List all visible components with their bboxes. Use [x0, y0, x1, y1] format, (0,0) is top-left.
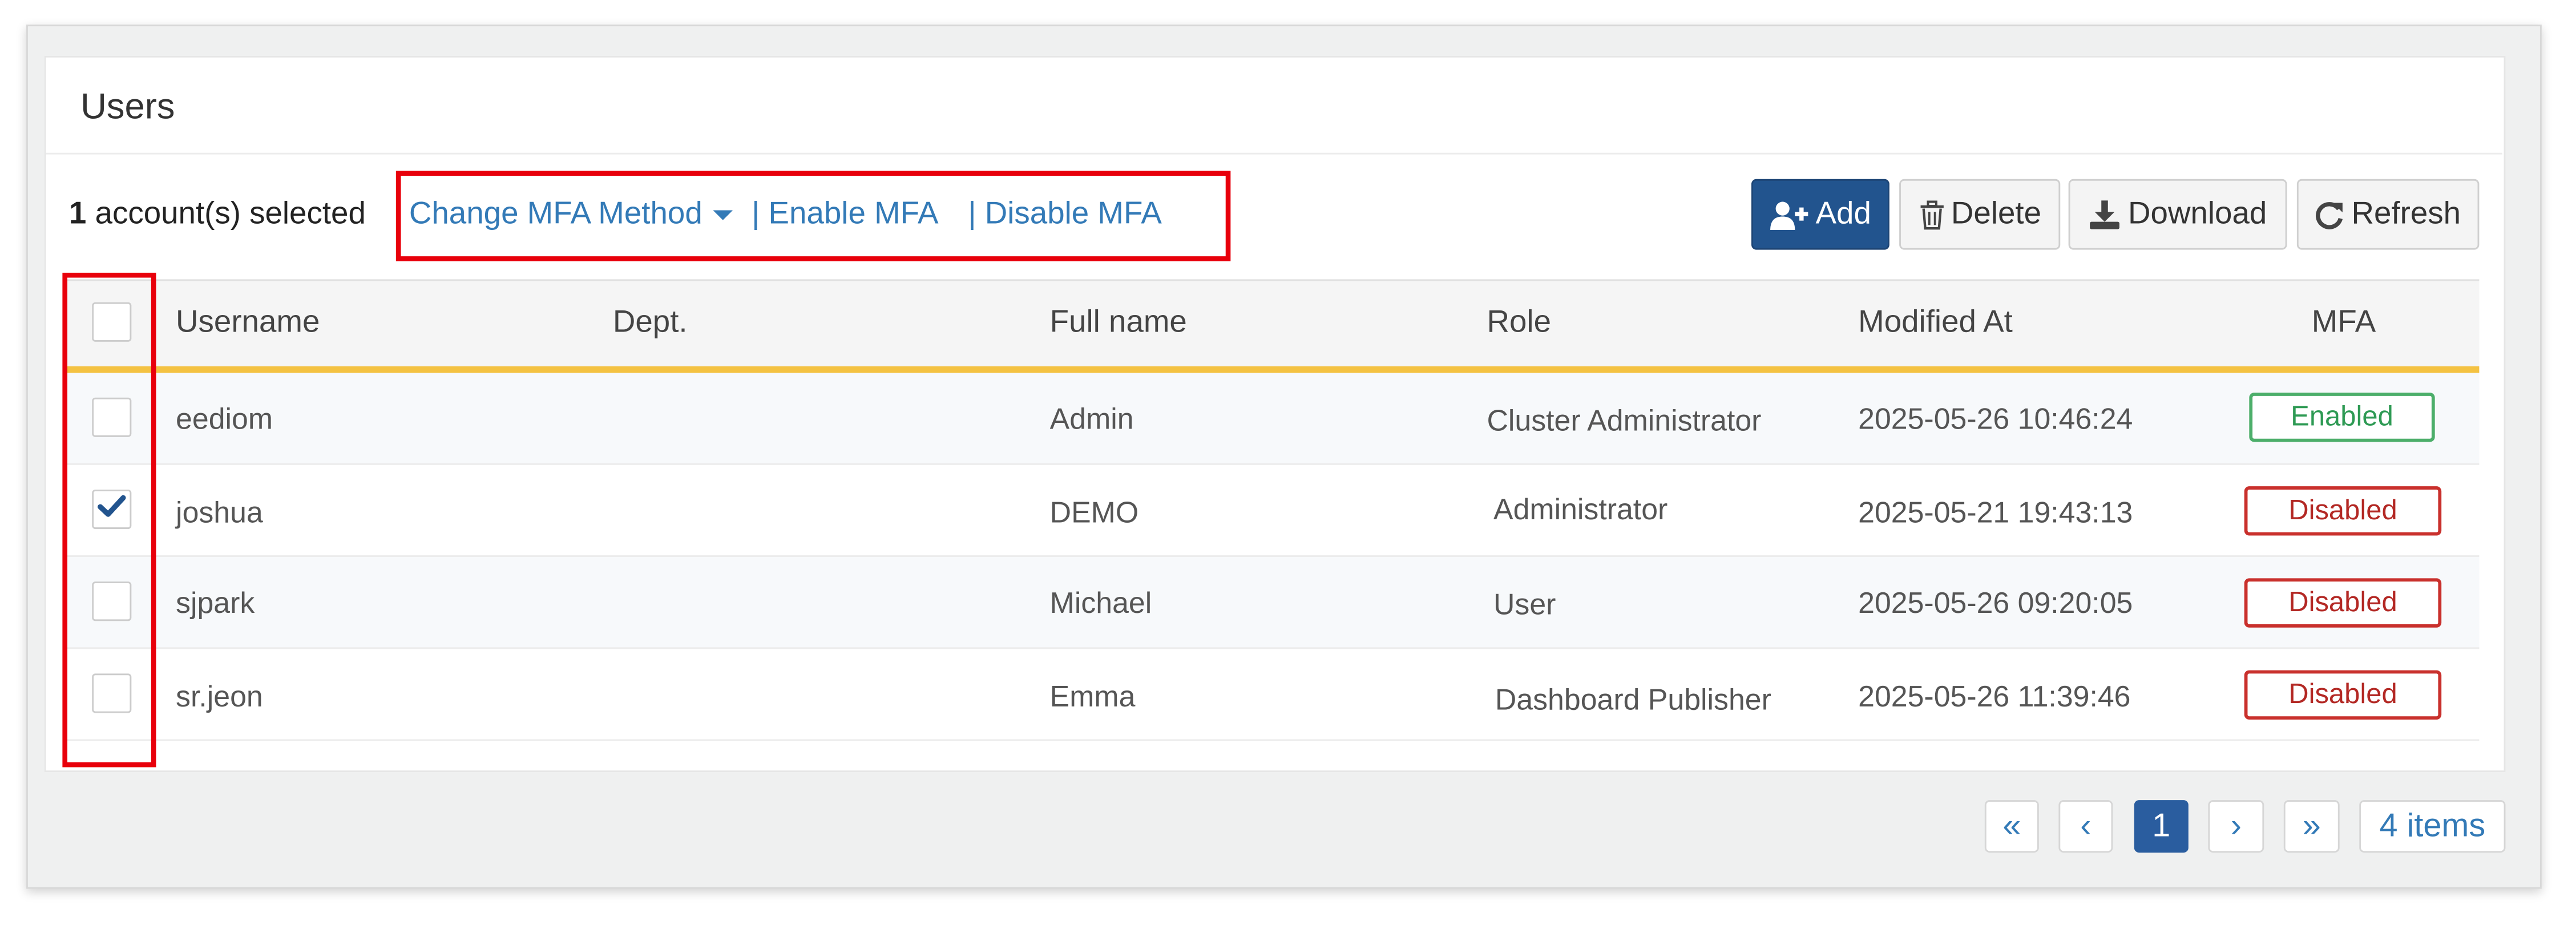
mfa-status-badge: Disabled — [2244, 670, 2442, 720]
add-button-label: Add — [1815, 196, 1871, 231]
refresh-icon — [2315, 200, 2345, 229]
selection-suffix: account(s) selected — [86, 197, 366, 232]
refresh-button[interactable]: Refresh — [2296, 179, 2480, 250]
column-header-modified[interactable]: Modified At — [1858, 305, 2013, 341]
modified-cell: 2025-05-26 10:46:24 — [1858, 402, 2133, 435]
download-icon — [2089, 199, 2122, 229]
username-cell: sr.jeon — [176, 680, 263, 713]
username-cell: sjpark — [176, 586, 255, 620]
username-cell: eediom — [176, 402, 273, 435]
user-plus-icon — [1770, 198, 1809, 231]
trash-icon — [1918, 200, 1944, 229]
users-page: Users 1 account(s) selected Change MFA M… — [0, 0, 2576, 925]
first-page-button[interactable]: « — [1984, 800, 2039, 853]
mfa-status-badge: Disabled — [2244, 578, 2442, 628]
download-button-label: Download — [2128, 196, 2267, 231]
next-page-button[interactable]: › — [2208, 800, 2264, 853]
title-divider — [46, 152, 2502, 155]
last-page-button[interactable]: » — [2283, 800, 2340, 853]
delete-button-label: Delete — [1951, 196, 2042, 231]
modified-cell: 2025-05-26 09:20:05 — [1858, 586, 2133, 620]
table-header — [66, 279, 2480, 370]
prev-page-button[interactable]: ‹ — [2058, 800, 2113, 853]
header-accent-line — [66, 366, 2480, 373]
column-header-dept[interactable]: Dept. — [613, 305, 688, 341]
role-cell: Cluster Administrator — [1487, 404, 1762, 437]
card-title: Users — [80, 85, 175, 127]
modified-cell: 2025-05-26 11:39:46 — [1858, 680, 2131, 713]
column-header-fullname[interactable]: Full name — [1050, 305, 1187, 341]
page-1-button[interactable]: 1 — [2134, 800, 2189, 853]
selection-summary: 1 account(s) selected — [69, 197, 366, 233]
checkbox-column-highlight — [62, 272, 156, 768]
fullname-cell: Michael — [1049, 586, 1152, 620]
username-cell: joshua — [176, 496, 263, 530]
fullname-cell: Emma — [1049, 680, 1136, 713]
download-button[interactable]: Download — [2068, 179, 2287, 250]
mfa-status-badge: Disabled — [2244, 486, 2442, 536]
refresh-button-label: Refresh — [2351, 196, 2461, 231]
column-header-role[interactable]: Role — [1487, 305, 1551, 341]
add-user-button[interactable]: Add — [1751, 179, 1889, 250]
mfa-status-badge: Enabled — [2249, 393, 2435, 442]
column-header-username[interactable]: Username — [176, 305, 320, 341]
delete-button[interactable]: Delete — [1899, 179, 2061, 250]
total-items: 4 items — [2359, 800, 2506, 853]
fullname-cell: Admin — [1049, 402, 1134, 435]
mfa-actions-highlight — [395, 171, 1231, 261]
role-cell: Administrator — [1493, 492, 1668, 526]
fullname-cell: DEMO — [1049, 496, 1139, 530]
modified-cell: 2025-05-21 19:43:13 — [1858, 496, 2133, 530]
selection-count: 1 — [68, 197, 87, 232]
column-header-mfa[interactable]: MFA — [2312, 305, 2376, 341]
role-cell: User — [1493, 588, 1556, 621]
role-cell: Dashboard Publisher — [1495, 683, 1771, 717]
